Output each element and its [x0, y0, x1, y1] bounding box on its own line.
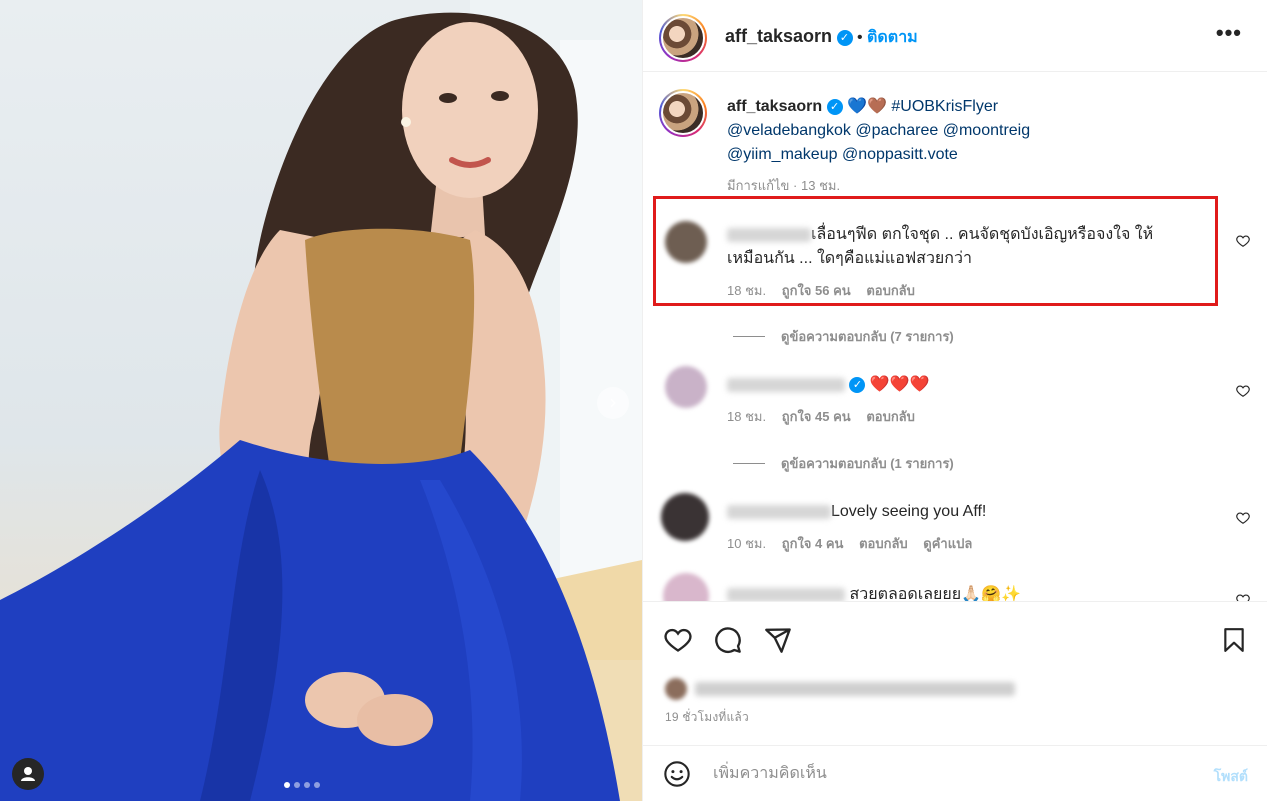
author-username[interactable]: aff_taksaorn	[725, 26, 832, 46]
comment-text: Lovely seeing you Aff!	[831, 503, 987, 520]
comment-time: 10 ชม.	[727, 536, 767, 551]
carousel-indicator	[284, 782, 320, 788]
liked-by-text-blurred[interactable]	[695, 682, 1016, 696]
hashtag-link[interactable]: #UOBKrisFlyer	[891, 98, 998, 115]
translate-button[interactable]: ดูคำแปล	[923, 536, 972, 551]
carousel-dot	[314, 782, 320, 788]
comment-text: สวยตลอดเลยยย🙏🏻🤗✨	[849, 586, 1021, 601]
more-options-button[interactable]: •••	[1216, 20, 1242, 46]
post-photo-illustration	[0, 0, 642, 801]
heart-icon[interactable]	[1236, 234, 1250, 248]
comment-time: 18 ชม.	[727, 409, 767, 424]
comment-time: 18 ชม.	[727, 283, 767, 298]
caption-username[interactable]: aff_taksaorn	[727, 98, 822, 115]
commenter-avatar[interactable]	[665, 221, 707, 263]
caption-emojis: 💙🤎	[847, 98, 887, 115]
comment-likes[interactable]: ถูกใจ 4 คน	[782, 536, 844, 551]
post-header: aff_taksaorn ✓ • ติดตาม •••	[643, 0, 1267, 72]
view-replies-label[interactable]: ดูข้อความตอบกลับ (7 รายการ)	[781, 329, 954, 344]
caption-time: 13 ชม.	[801, 178, 841, 193]
post-details-panel: aff_taksaorn ✓ • ติดตาม ••• aff_taksaorn…	[642, 0, 1267, 801]
verified-badge-icon: ✓	[826, 98, 843, 115]
post-photo[interactable]: ›	[0, 0, 642, 801]
reply-button[interactable]: ตอบกลับ	[859, 536, 908, 551]
commenter-avatar[interactable]	[663, 573, 709, 601]
comments-section[interactable]: aff_taksaorn ✓ 💙🤎 #UOBKrisFlyer @veladeb…	[643, 73, 1267, 601]
comment-input[interactable]	[713, 760, 1153, 788]
heart-icon[interactable]	[1236, 384, 1250, 398]
liked-by-row[interactable]	[665, 678, 1016, 700]
heart-icon[interactable]	[1236, 511, 1250, 525]
share-send-icon[interactable]	[763, 626, 793, 654]
comment-text: ❤️❤️❤️	[869, 376, 930, 393]
emoji-icon[interactable]	[663, 760, 691, 788]
view-replies-label[interactable]: ดูข้อความตอบกลับ (1 รายการ)	[781, 456, 954, 471]
action-bar	[643, 601, 1267, 671]
comment-text-line2: เหมือนกัน ... ใดๆคือแม่แอฟสวยกว่า	[727, 250, 972, 267]
save-bookmark-icon[interactable]	[1221, 626, 1247, 654]
carousel-next-button[interactable]: ›	[597, 387, 629, 419]
comment-bubble-icon[interactable]	[713, 626, 743, 654]
view-replies[interactable]: ดูข้อความตอบกลับ (1 รายการ)	[733, 453, 954, 474]
reply-button[interactable]: ตอบกลับ	[866, 283, 915, 298]
commenter-username-blurred[interactable]	[727, 377, 845, 392]
user-icon	[21, 767, 35, 781]
caption-mentions-1[interactable]: @veladebangkok @pacharee @moontreig	[727, 119, 1227, 143]
view-replies[interactable]: ดูข้อความตอบกลับ (7 รายการ)	[733, 326, 954, 347]
comment-likes[interactable]: ถูกใจ 56 คน	[782, 283, 851, 298]
post-comment-button[interactable]: โพสต์	[1214, 766, 1248, 788]
commenter-avatar[interactable]	[661, 493, 709, 541]
commenter-username-blurred[interactable]	[727, 504, 831, 519]
comment-likes[interactable]: ถูกใจ 45 คน	[782, 409, 851, 424]
commenter-username-blurred[interactable]	[727, 587, 845, 601]
caption-author-avatar[interactable]	[659, 89, 707, 137]
follow-button[interactable]: ติดตาม	[867, 29, 918, 46]
like-heart-icon[interactable]	[663, 626, 693, 654]
commenter-avatar[interactable]	[665, 366, 707, 408]
carousel-dot	[284, 782, 290, 788]
verified-badge-icon: ✓	[836, 29, 853, 46]
comment-text: เลื่อนๆฟีด ตกใจชุด .. คนจัดชุดบังเอิญหรื…	[811, 226, 1154, 243]
heart-icon[interactable]	[1236, 593, 1250, 601]
reply-button[interactable]: ตอบกลับ	[866, 409, 915, 424]
tagged-users-button[interactable]	[12, 758, 44, 790]
caption-mentions-2[interactable]: @yiim_makeup @noppasitt.vote	[727, 143, 1227, 167]
comment-composer: โพสต์	[643, 745, 1267, 801]
commenter-username-blurred[interactable]	[727, 227, 811, 242]
carousel-dot	[294, 782, 300, 788]
post-time-ago: 19 ชั่วโมงที่แล้ว	[665, 710, 749, 724]
carousel-dot	[304, 782, 310, 788]
separator: •	[856, 29, 863, 46]
author-avatar[interactable]	[659, 14, 707, 62]
edited-label: มีการแก้ไข	[727, 178, 790, 193]
verified-badge-icon: ✓	[849, 376, 866, 393]
liked-by-avatar	[665, 678, 687, 700]
